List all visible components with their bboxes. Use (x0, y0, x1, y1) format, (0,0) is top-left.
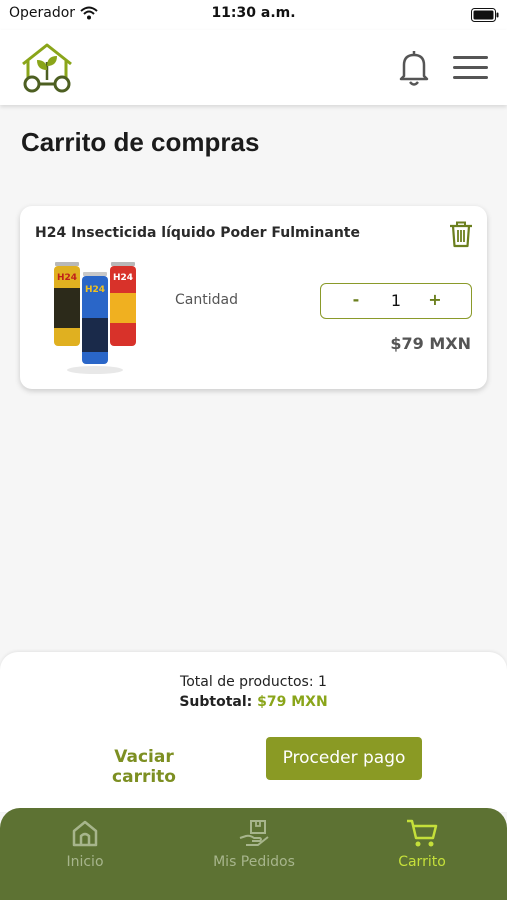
svg-text:H24: H24 (57, 273, 77, 283)
nav-item-cart[interactable]: Carrito (357, 818, 487, 888)
nav-item-home[interactable]: Inicio (20, 818, 150, 888)
cart-item-name: H24 Insecticida líquido Poder Fulminante (35, 225, 360, 241)
home-icon (72, 820, 98, 847)
house-leaf-logo-icon[interactable] (18, 40, 76, 100)
subtotal-label: Subtotal: (179, 694, 253, 710)
subtotal-value: $79 MXN (257, 694, 328, 710)
subtotal-row: Subtotal: $79 MXN (0, 694, 507, 710)
quantity-label: Cantidad (175, 292, 238, 308)
nav-label-orders: Mis Pedidos (213, 854, 295, 870)
increase-quantity-button[interactable]: + (423, 290, 447, 312)
app-header (0, 30, 507, 105)
hamburger-menu-icon[interactable] (451, 52, 491, 84)
battery-icon (471, 7, 499, 26)
total-products-label: Total de productos: 1 (180, 674, 327, 690)
decrease-quantity-button[interactable]: - (344, 290, 368, 312)
checkout-button[interactable]: Proceder pago (266, 737, 422, 780)
cart-item-price: $79 MXN (390, 334, 471, 353)
bottom-nav: Inicio Mis Pedidos Carrito (0, 808, 507, 900)
cart-summary-panel: Total de productos: 1 Subtotal: $79 MXN … (0, 652, 507, 812)
bell-icon[interactable] (396, 48, 432, 88)
quantity-stepper: - 1 + (320, 283, 472, 319)
status-time: 11:30 a.m. (211, 5, 296, 21)
nav-label-cart: Carrito (398, 854, 446, 870)
status-bar: Operador 11:30 a.m. (0, 0, 507, 30)
quantity-value: 1 (390, 291, 402, 310)
trash-icon[interactable] (448, 220, 474, 248)
cart-item-card: H24 Insecticida líquido Poder Fulminante… (20, 206, 487, 389)
svg-text:H24: H24 (85, 285, 105, 295)
cart-icon (407, 819, 438, 847)
svg-text:H24: H24 (113, 273, 133, 283)
page-title: Carrito de compras (21, 127, 260, 157)
empty-cart-button[interactable]: Vaciar carrito (80, 747, 208, 787)
package-hand-icon (239, 820, 269, 846)
product-image: H24 H24 H24 (50, 258, 140, 382)
nav-label-home: Inicio (66, 854, 104, 870)
nav-item-orders[interactable]: Mis Pedidos (189, 818, 319, 888)
